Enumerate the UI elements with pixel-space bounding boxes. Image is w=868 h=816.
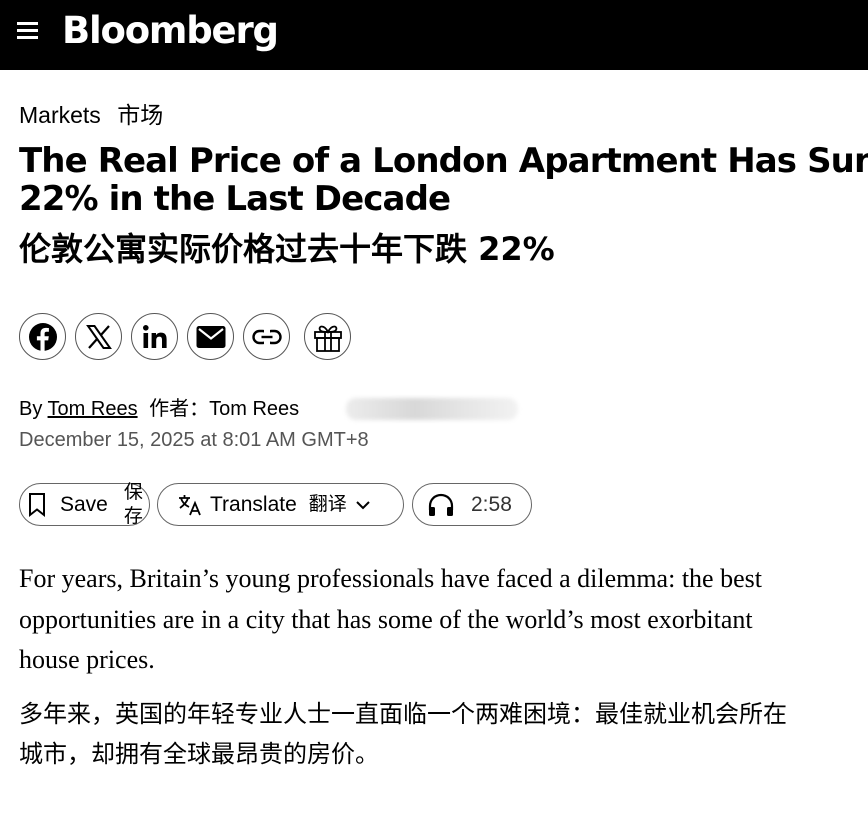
bookmark-icon	[29, 492, 45, 517]
audio-duration: 2:58	[471, 492, 512, 516]
save-label: Save	[60, 492, 108, 516]
share-x-button[interactable]	[75, 313, 122, 360]
translate-icon	[179, 494, 201, 515]
author-cn-prefix: 作者：	[149, 398, 210, 420]
article-paragraph-cn: 多年来，英国的年轻专业人士一直面临一个两难困境：最佳就业机会所在 城市，却拥有全…	[19, 694, 787, 774]
share-email-button[interactable]	[187, 313, 234, 360]
linkedin-icon	[142, 324, 167, 348]
byline-prefix: By	[19, 398, 43, 420]
save-button[interactable]: Save 保 存	[19, 481, 150, 527]
gift-icon	[313, 325, 342, 352]
author-name-repeat: Tom Rees	[209, 398, 300, 420]
save-label-cn: 保 存	[123, 481, 143, 527]
paragraph-line: 城市，却拥有全球最昂贵的房价。	[19, 740, 379, 768]
article-paragraph-en: For years, Britain’s young professionals…	[19, 559, 762, 681]
author-link[interactable]: Tom Rees	[48, 398, 138, 420]
gift-article-button[interactable]	[304, 313, 351, 360]
headline-line: 22% in the Last Decade	[19, 179, 451, 219]
listen-audio-button[interactable]: 2:58	[412, 483, 532, 526]
bloomberg-logo[interactable]: Bloomberg	[62, 8, 279, 54]
link-icon	[251, 328, 282, 345]
share-facebook-button[interactable]	[19, 313, 66, 360]
publish-date: December 15, 2025 at 8:01 AM GMT+8	[19, 429, 369, 451]
top-navigation-bar: Bloomberg	[0, 0, 868, 70]
article-headline-chinese: 伦敦公寓实际价格过去十年下跌 22%	[19, 230, 555, 268]
paragraph-line: opportunities are in a city that has som…	[19, 604, 753, 634]
email-icon	[196, 325, 225, 348]
share-linkedin-button[interactable]	[131, 313, 178, 360]
copy-link-button[interactable]	[243, 313, 290, 360]
article-headline: The Real Price of a London Apartment Has…	[19, 142, 868, 218]
headline-line: The Real Price of a London Apartment Has…	[19, 141, 868, 181]
paragraph-line: For years, Britain’s young professionals…	[19, 564, 762, 593]
paragraph-line: house prices.	[19, 645, 155, 674]
chevron-down-icon	[356, 500, 370, 509]
section-label-en[interactable]: Markets	[19, 102, 101, 128]
hamburger-menu-icon[interactable]	[16, 19, 40, 43]
translate-label: Translate	[210, 492, 297, 516]
translate-label-cn: 翻译	[308, 493, 347, 515]
section-label[interactable]: Markets 市场	[19, 101, 163, 129]
section-label-cn: 市场	[117, 102, 164, 128]
x-icon	[85, 324, 112, 349]
paragraph-line: 多年来，英国的年轻专业人士一直面临一个两难困境：最佳就业机会所在	[19, 700, 787, 728]
byline: By Tom Rees 作者：Tom Rees	[19, 396, 299, 422]
blurred-watermark	[346, 398, 518, 420]
translate-button[interactable]: Translate 翻译	[157, 483, 404, 526]
facebook-icon	[28, 322, 57, 352]
headphones-icon	[428, 493, 454, 516]
